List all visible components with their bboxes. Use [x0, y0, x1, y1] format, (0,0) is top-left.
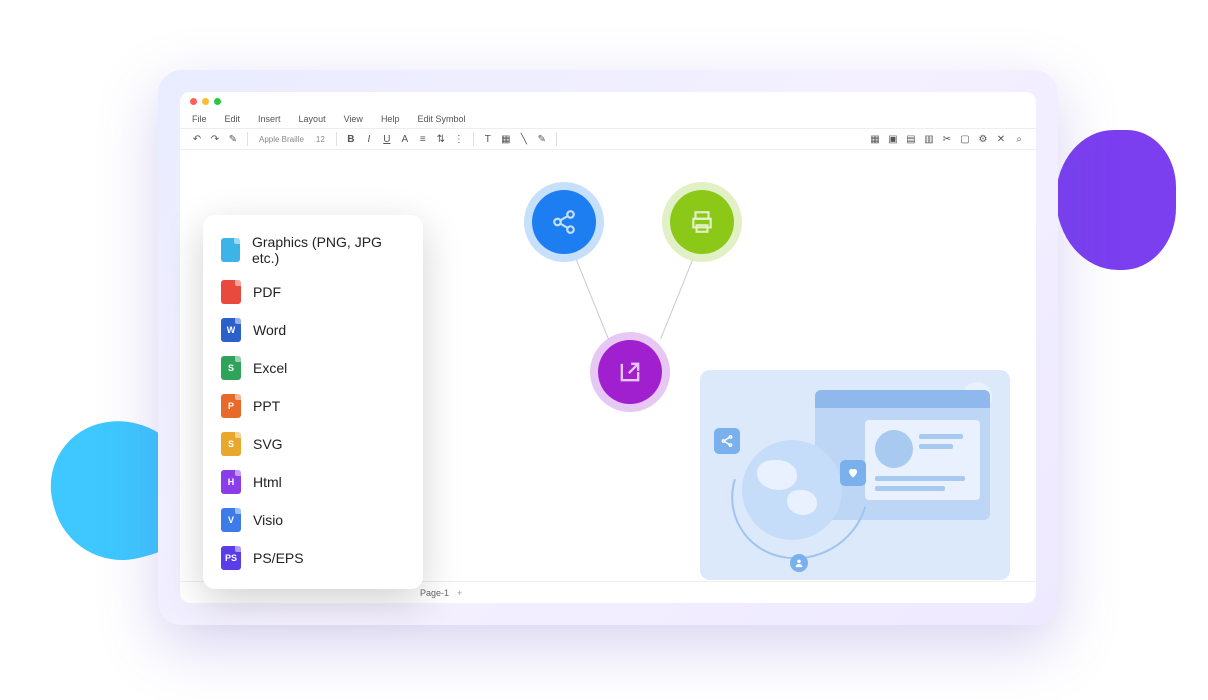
font-name[interactable]: Apple Braille — [255, 135, 308, 144]
menu-insert[interactable]: Insert — [258, 114, 281, 124]
redo-icon[interactable]: ↷ — [208, 132, 222, 146]
fill-icon[interactable]: ▦ — [499, 132, 513, 146]
export-node[interactable] — [598, 340, 662, 404]
menu-edit-symbol[interactable]: Edit Symbol — [417, 114, 465, 124]
format-painter-icon[interactable]: ✎ — [226, 132, 240, 146]
add-page-button[interactable]: + — [457, 588, 462, 598]
menu-help[interactable]: Help — [381, 114, 400, 124]
export-item-ppt[interactable]: P PPT — [203, 387, 423, 425]
link-icon[interactable]: ▥ — [922, 132, 936, 146]
connector-line — [576, 260, 609, 339]
menu-edit[interactable]: Edit — [225, 114, 241, 124]
export-item-label: SVG — [253, 436, 283, 452]
file-type-icon: S — [221, 432, 241, 456]
bullets-icon[interactable]: ⋮ — [452, 132, 466, 146]
close-icon[interactable] — [190, 98, 197, 105]
toolbar: ↶ ↷ ✎ Apple Braille 12 B I U A ≡ ⇅ ⋮ T ▦… — [180, 128, 1036, 150]
maximize-icon[interactable] — [214, 98, 221, 105]
attachment-icon[interactable]: ✂ — [940, 132, 954, 146]
export-item-label: Word — [253, 322, 286, 338]
file-type-icon: V — [221, 508, 241, 532]
pen-icon[interactable]: ✎ — [535, 132, 549, 146]
file-type-icon — [221, 280, 241, 304]
export-item-ps-eps[interactable]: PS PS/EPS — [203, 539, 423, 577]
window-titlebar — [180, 92, 1036, 110]
bold-button[interactable]: B — [344, 132, 358, 146]
file-type-icon: S — [221, 356, 241, 380]
file-type-icon: P — [221, 394, 241, 418]
font-size[interactable]: 12 — [312, 135, 329, 144]
search-icon[interactable]: ⌕ — [1012, 132, 1026, 146]
export-item-html[interactable]: H Html — [203, 463, 423, 501]
export-item-svg[interactable]: S SVG — [203, 425, 423, 463]
undo-icon[interactable]: ↶ — [190, 132, 204, 146]
menubar: File Edit Insert Layout View Help Edit S… — [180, 110, 1036, 128]
tab-page-1[interactable]: Page-1 — [420, 588, 449, 598]
minimize-icon[interactable] — [202, 98, 209, 105]
export-item-graphics-png-jpg-etc-[interactable]: Graphics (PNG, JPG etc.) — [203, 227, 423, 273]
menu-view[interactable]: View — [344, 114, 363, 124]
table-icon[interactable]: ▦ — [868, 132, 882, 146]
align-left-icon[interactable]: ≡ — [416, 132, 430, 146]
export-item-label: PPT — [253, 398, 280, 414]
decoration-blob-right — [1056, 130, 1176, 270]
globe-icon — [742, 440, 842, 540]
note-icon[interactable]: ▢ — [958, 132, 972, 146]
file-type-icon: W — [221, 318, 241, 342]
italic-button[interactable]: I — [362, 132, 376, 146]
font-color-button[interactable]: A — [398, 132, 412, 146]
line-spacing-icon[interactable]: ⇅ — [434, 132, 448, 146]
export-item-label: Excel — [253, 360, 287, 376]
export-item-label: PDF — [253, 284, 281, 300]
line-icon[interactable]: ╲ — [517, 132, 531, 146]
like-badge-icon — [840, 460, 866, 486]
tools-icon[interactable]: ✕ — [994, 132, 1008, 146]
user-badge-icon — [790, 554, 808, 572]
image-icon[interactable]: ▣ — [886, 132, 900, 146]
file-type-icon — [221, 238, 240, 262]
export-item-label: Graphics (PNG, JPG etc.) — [252, 234, 405, 266]
sharing-illustration — [700, 370, 1010, 580]
export-item-label: Visio — [253, 512, 283, 528]
connector-line — [660, 260, 693, 339]
file-type-icon: H — [221, 470, 241, 494]
export-item-word[interactable]: W Word — [203, 311, 423, 349]
share-badge-icon — [714, 428, 740, 454]
export-item-excel[interactable]: S Excel — [203, 349, 423, 387]
share-node[interactable] — [532, 190, 596, 254]
export-format-menu: Graphics (PNG, JPG etc.)PDFWWordSExcelPP… — [203, 215, 423, 589]
print-node[interactable] — [670, 190, 734, 254]
chart-icon[interactable]: ▤ — [904, 132, 918, 146]
export-item-visio[interactable]: V Visio — [203, 501, 423, 539]
text-tool-icon[interactable]: T — [481, 132, 495, 146]
underline-button[interactable]: U — [380, 132, 394, 146]
export-item-pdf[interactable]: PDF — [203, 273, 423, 311]
file-type-icon: PS — [221, 546, 241, 570]
menu-layout[interactable]: Layout — [299, 114, 326, 124]
settings-icon[interactable]: ⚙ — [976, 132, 990, 146]
export-item-label: PS/EPS — [253, 550, 304, 566]
menu-file[interactable]: File — [192, 114, 207, 124]
export-item-label: Html — [253, 474, 282, 490]
